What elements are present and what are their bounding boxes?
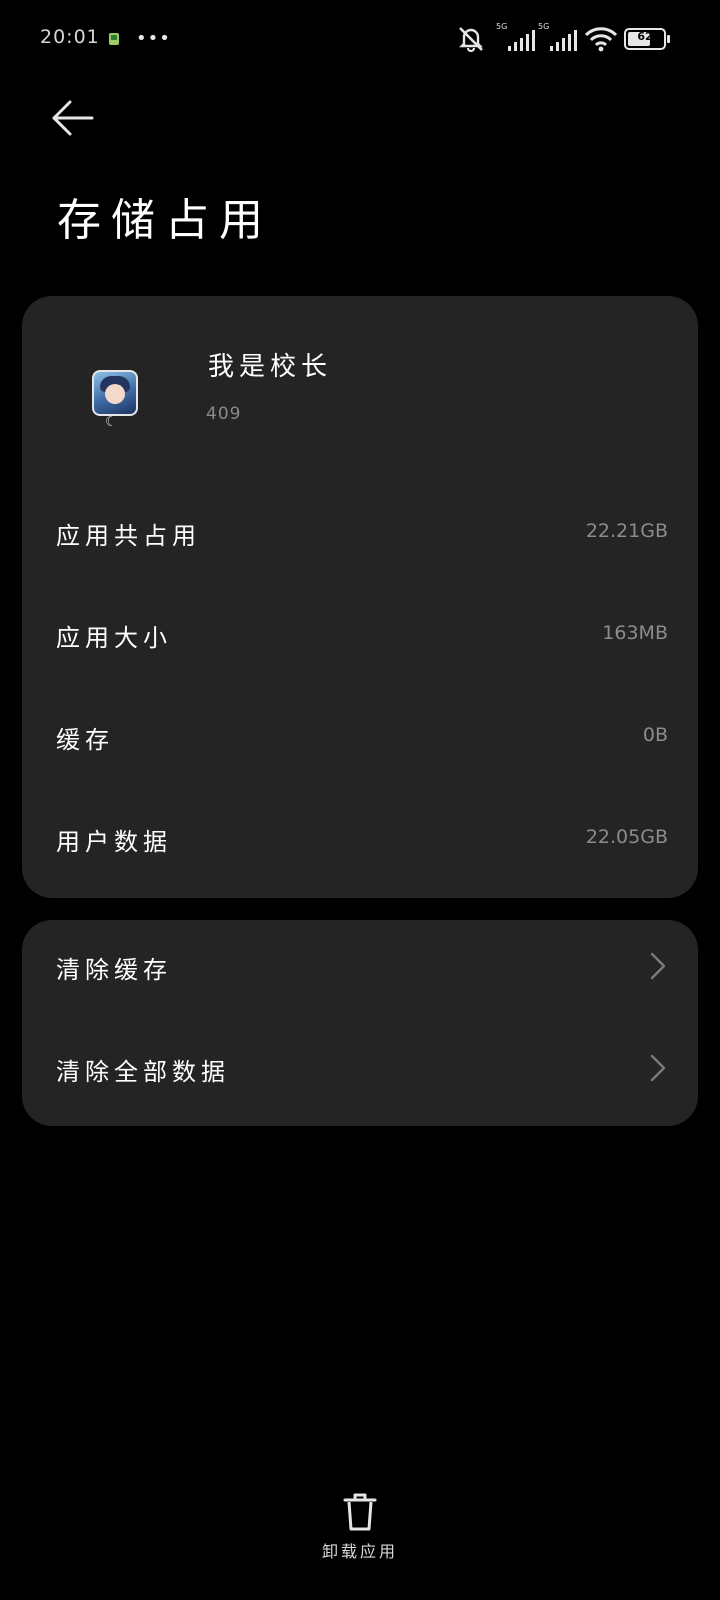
storage-row-user-data: 用户数据 22.05GB [22,808,698,868]
actions-card: 清除缓存 清除全部数据 [22,920,698,1126]
storage-value: 163MB [602,622,668,644]
mute-bell-icon [459,27,483,53]
clear-all-data-button[interactable]: 清除全部数据 [22,1038,698,1098]
storage-row-total: 应用共占用 22.21GB [22,502,698,562]
battery-level: 62 [637,30,653,43]
storage-label: 应用大小 [56,624,172,652]
more-notifications-icon: ••• [136,28,171,49]
storage-value: 0B [642,724,668,746]
storage-info-card: ☾ 我是校长 409 应用共占用 22.21GB 应用大小 163MB 缓存 0… [22,296,698,898]
storage-row-cache: 缓存 0B [22,706,698,766]
network-1-label: 5G [496,22,508,31]
storage-value: 22.05GB [585,826,668,848]
wifi-icon [584,27,618,52]
clear-all-data-label: 清除全部数据 [56,1058,230,1086]
app-notification-icon [109,33,119,45]
app-icon [92,370,138,416]
trash-icon [343,1493,377,1531]
status-time: 20:01 [40,26,100,48]
battery-icon: 62 [624,28,670,50]
uninstall-label: 卸载应用 [321,1542,398,1561]
page-title: 存储占用 [57,195,273,246]
network-2-label: 5G [538,22,550,31]
storage-label: 应用共占用 [56,522,201,550]
arrow-left-icon [52,100,94,136]
app-name: 我是校长 [208,352,333,382]
status-bar: 20:01 ••• 5G 5G 62 [0,0,720,80]
storage-row-app-size: 应用大小 163MB [22,604,698,664]
chevron-right-icon [650,1054,666,1082]
chevron-right-icon [650,952,666,980]
app-version: 409 [206,404,242,424]
back-button[interactable] [46,96,98,140]
moon-icon: ☾ [105,414,118,430]
uninstall-button[interactable]: 卸载应用 [310,1492,410,1562]
storage-value: 22.21GB [585,520,668,542]
signal-1-icon: 5G [496,22,540,54]
clear-cache-button[interactable]: 清除缓存 [22,936,698,996]
storage-label: 用户数据 [56,828,172,856]
clear-cache-label: 清除缓存 [56,956,172,984]
signal-2-icon: 5G [538,22,582,54]
storage-label: 缓存 [56,726,114,754]
